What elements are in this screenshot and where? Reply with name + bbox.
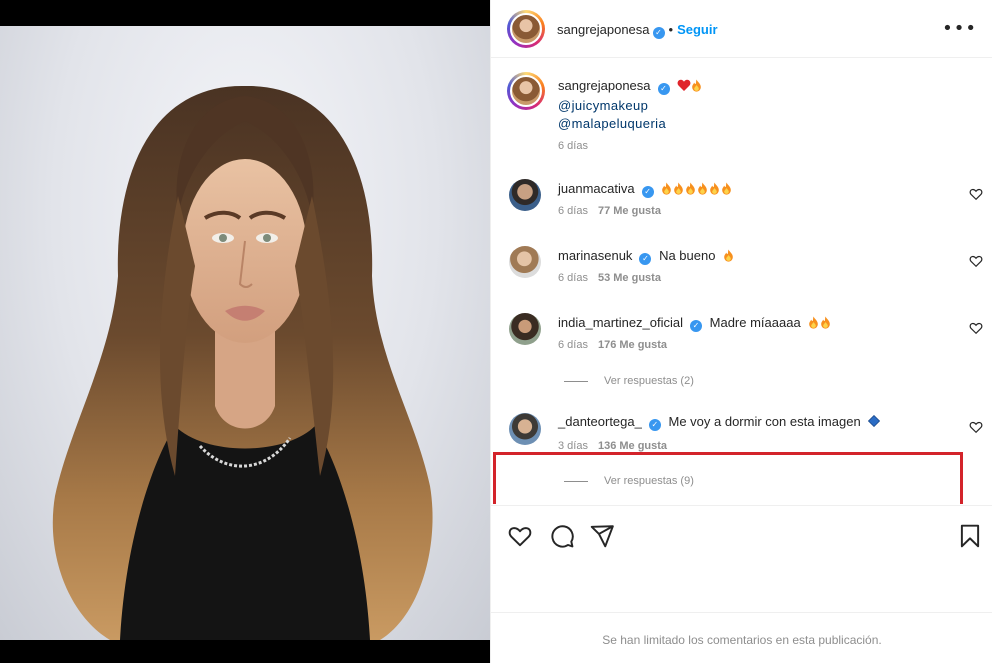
fire-icon bbox=[698, 182, 708, 195]
portrait-illustration bbox=[52, 85, 433, 640]
author-avatar-image bbox=[510, 13, 542, 45]
mention-link[interactable]: @malapeluqueria bbox=[558, 116, 666, 131]
action-bar bbox=[491, 505, 992, 563]
author-username[interactable]: sangrejaponesa bbox=[557, 22, 650, 37]
mention-link[interactable]: @juicymakeup bbox=[558, 98, 648, 113]
comment-text: Na bueno bbox=[659, 248, 716, 263]
comment-line: marinasenuk ✓ Na bueno bbox=[558, 248, 735, 265]
commenter-avatar[interactable] bbox=[509, 313, 541, 345]
bookmark-icon[interactable] bbox=[957, 523, 983, 549]
caption-avatar[interactable] bbox=[507, 72, 545, 110]
comment-username[interactable]: juanmacativa bbox=[558, 181, 635, 196]
comment-meta: 6 días 77 Me gusta bbox=[558, 205, 661, 217]
comment-line: _danteortega_ ✓ Me voy a dormir con esta … bbox=[558, 414, 881, 431]
verified-icon: ✓ bbox=[657, 83, 670, 95]
fire-icon bbox=[724, 249, 733, 262]
fire-icon bbox=[662, 182, 672, 195]
fire-icon bbox=[692, 79, 701, 92]
comment-text: Madre míaaaaa bbox=[709, 315, 801, 330]
fire-emojis bbox=[808, 315, 832, 330]
verified-icon: ✓ bbox=[648, 419, 661, 431]
view-replies-link[interactable]: Ver respuestas (9) bbox=[564, 475, 694, 487]
verified-icon: ✓ bbox=[641, 186, 654, 198]
caption-username[interactable]: sangrejaponesa bbox=[558, 78, 651, 93]
commenter-avatar[interactable] bbox=[509, 246, 541, 278]
comment-meta: 6 días 176 Me gusta bbox=[558, 339, 667, 351]
post-photo[interactable] bbox=[0, 26, 490, 640]
caption-line: sangrejaponesa ✓ bbox=[558, 78, 703, 95]
follow-button[interactable]: Seguir bbox=[677, 22, 717, 37]
separator-dot: • bbox=[668, 22, 674, 37]
comment-meta: 3 días 136 Me gusta bbox=[558, 440, 667, 452]
author-avatar[interactable] bbox=[507, 10, 545, 48]
comment-likes[interactable]: 53 Me gusta bbox=[598, 272, 661, 284]
view-replies-link[interactable]: Ver respuestas (2) bbox=[564, 375, 694, 387]
like-comment-icon[interactable] bbox=[969, 254, 983, 268]
comment-text: Me voy a dormir con esta imagen bbox=[668, 414, 861, 429]
comment-icon[interactable] bbox=[549, 523, 575, 549]
photo-pane bbox=[0, 0, 490, 663]
comments-footer: Se han limitado los comentarios en esta … bbox=[491, 612, 992, 663]
fire-icon bbox=[674, 182, 684, 195]
caption-avatar-image bbox=[510, 75, 542, 107]
like-comment-icon[interactable] bbox=[969, 420, 983, 434]
red-heart-icon bbox=[677, 79, 691, 91]
comment-age: 6 días bbox=[558, 272, 588, 284]
verified-icon: ✓ bbox=[690, 320, 703, 332]
comment-age: 6 días bbox=[558, 205, 588, 217]
comment-username[interactable]: _danteortega_ bbox=[558, 414, 642, 429]
post-panel: sangrejaponesa ✓ • Seguir ••• sangrejapones… bbox=[490, 0, 992, 663]
fire-emojis bbox=[723, 248, 735, 263]
comment-likes[interactable]: 176 Me gusta bbox=[598, 339, 667, 351]
comments-limited-notice: Se han limitado los comentarios en esta … bbox=[602, 633, 882, 647]
comment-meta: 6 días 53 Me gusta bbox=[558, 272, 661, 284]
blue-diamond-icon bbox=[868, 414, 881, 428]
fire-emojis bbox=[661, 181, 733, 196]
commenter-avatar[interactable] bbox=[509, 413, 541, 445]
comment-age: 3 días bbox=[558, 440, 588, 452]
fire-icon bbox=[722, 182, 732, 195]
fire-icon bbox=[710, 182, 720, 195]
comment-likes[interactable]: 136 Me gusta bbox=[598, 440, 667, 452]
fire-icon bbox=[821, 316, 831, 329]
heart-icon[interactable] bbox=[507, 523, 533, 549]
share-icon[interactable] bbox=[589, 523, 615, 549]
post-header: sangrejaponesa ✓ • Seguir ••• bbox=[491, 0, 992, 58]
comment-age: 6 días bbox=[558, 339, 588, 351]
fire-icon bbox=[686, 182, 696, 195]
verified-icon: ✓ bbox=[652, 27, 665, 39]
comment-username[interactable]: india_martinez_oficial bbox=[558, 315, 683, 330]
fire-icon bbox=[809, 316, 819, 329]
author-line: sangrejaponesa ✓ • Seguir bbox=[557, 21, 718, 39]
like-comment-icon[interactable] bbox=[969, 321, 983, 335]
caption-age: 6 días bbox=[558, 140, 588, 152]
more-options-icon[interactable]: ••• bbox=[942, 18, 977, 39]
comment-username[interactable]: marinasenuk bbox=[558, 248, 632, 263]
verified-icon: ✓ bbox=[639, 253, 652, 265]
commenter-avatar[interactable] bbox=[509, 179, 541, 211]
comment-line: india_martinez_oficial ✓ Madre míaaaaa bbox=[558, 315, 832, 332]
comment-line: juanmacativa ✓ bbox=[558, 181, 733, 198]
like-comment-icon[interactable] bbox=[969, 187, 983, 201]
comment-likes[interactable]: 77 Me gusta bbox=[598, 205, 661, 217]
comments-list[interactable]: sangrejaponesa ✓ @juicymakeup @malapeluqu… bbox=[491, 58, 992, 504]
